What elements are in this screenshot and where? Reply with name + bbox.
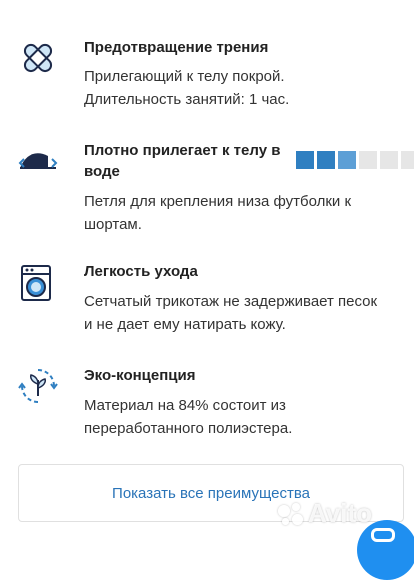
- feature-title: Плотно прилегает к телу в: [84, 142, 281, 159]
- feature-desc-line: Прилегающий к телу покрой.: [84, 68, 285, 85]
- feature-title: Эко-концепция: [84, 367, 196, 384]
- watermark-text: Avito: [307, 498, 372, 528]
- fit-icon: [18, 142, 58, 176]
- feature-title: Легкость ухода: [84, 263, 198, 280]
- feature-desc-line: Петля для крепления низа футболки к: [84, 193, 352, 210]
- chat-button[interactable]: [357, 520, 414, 580]
- feature-desc-line: Длительность занятий: 1 час.: [84, 91, 290, 108]
- feature-desc-line: переработанного полиэстера.: [84, 420, 293, 437]
- feature-title: воде: [84, 163, 120, 180]
- rating-segment: [401, 151, 414, 169]
- fit-rating-bar: [296, 151, 414, 169]
- eco-leaf-icon: [18, 366, 58, 406]
- avito-logo-icon: [277, 501, 304, 527]
- washing-machine-icon: [18, 264, 58, 304]
- rating-segment: [380, 151, 398, 169]
- band-aid-icon: [18, 38, 58, 78]
- avito-watermark: Avito: [277, 498, 372, 529]
- rating-segment: [359, 151, 377, 169]
- feature-title: Предотвращение трения: [84, 39, 269, 56]
- rating-segment: [338, 151, 356, 169]
- feature-desc-line: Материал на 84% состоит из: [84, 397, 286, 414]
- rating-segment: [296, 151, 314, 169]
- feature-desc-line: и не дает ему натирать кожу.: [84, 316, 286, 333]
- feature-desc-line: шортам.: [84, 216, 142, 233]
- feature-desc-line: Сетчатый трикотаж не задерживает песок: [84, 293, 378, 310]
- rating-segment: [317, 151, 335, 169]
